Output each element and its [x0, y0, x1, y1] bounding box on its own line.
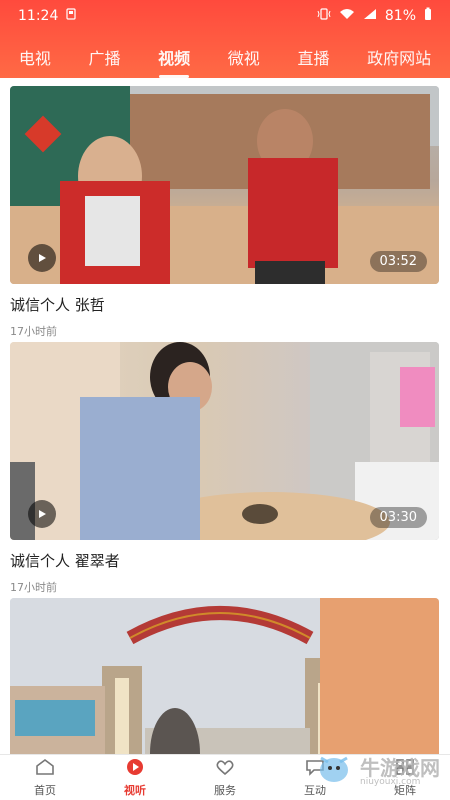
channel-tabs: 电视 广播 视频 微视 直播 政府网站 — [0, 40, 450, 78]
notification-icon — [66, 8, 76, 24]
video-title[interactable]: 诚信个人 翟翠者 — [10, 550, 439, 571]
home-icon — [34, 758, 56, 780]
nav-audio-video[interactable]: 视听 — [100, 758, 170, 798]
video-card[interactable] — [10, 598, 439, 758]
nav-home[interactable]: 首页 — [10, 758, 80, 798]
video-duration: 03:30 — [369, 507, 427, 528]
battery-icon — [424, 7, 432, 25]
video-time: 17小时前 — [10, 325, 57, 338]
video-thumbnail[interactable]: 03:30 — [10, 342, 439, 540]
tab-radio[interactable]: 广播 — [86, 45, 122, 69]
video-thumbnail[interactable]: 03:52 — [10, 86, 439, 284]
status-right: 81% — [317, 7, 432, 25]
play-button[interactable] — [28, 244, 56, 272]
top-header: 11:24 81% 电视 广播 视频 微视 直播 政府网站 — [0, 0, 450, 78]
nav-services[interactable]: 服务 — [190, 758, 260, 798]
play-icon — [39, 510, 46, 518]
tab-live[interactable]: 直播 — [295, 45, 331, 69]
battery-percent: 81% — [384, 8, 416, 24]
video-duration: 03:52 — [369, 251, 427, 272]
video-card[interactable]: 03:30 诚信个人 翟翠者 17小时前 — [10, 342, 439, 608]
nav-label: 服务 — [214, 783, 236, 797]
status-left: 11:24 — [18, 8, 76, 24]
video-time: 17小时前 — [10, 581, 57, 594]
status-bar: 11:24 81% — [0, 0, 450, 32]
play-button[interactable] — [28, 500, 56, 528]
vibrate-icon — [317, 8, 331, 24]
video-feed[interactable]: 03:52 诚信个人 张哲 17小时前 03:30 诚信个人 翟翠者 17小时前 — [0, 78, 450, 758]
nav-label: 视听 — [124, 783, 146, 797]
heart-icon — [214, 758, 236, 780]
tab-video[interactable]: 视频 — [156, 45, 192, 78]
play-icon — [39, 254, 46, 262]
mascot-logo-icon — [316, 750, 354, 788]
status-time: 11:24 — [18, 8, 59, 24]
tab-micro-video[interactable]: 微视 — [226, 45, 262, 69]
nav-label: 首页 — [34, 783, 56, 797]
signal-icon — [363, 8, 377, 24]
wifi-icon — [339, 8, 355, 24]
thumbnail-illustration — [10, 598, 439, 758]
play-circle-icon — [124, 758, 146, 780]
tab-tv[interactable]: 电视 — [17, 45, 53, 69]
tab-government-site[interactable]: 政府网站 — [365, 45, 433, 69]
site-watermark: 牛游戏网 niuyouxi.com — [316, 750, 440, 788]
video-thumbnail[interactable] — [10, 598, 439, 758]
video-title[interactable]: 诚信个人 张哲 — [10, 294, 439, 315]
bottom-navigation: 首页 视听 服务 互动 矩阵 牛游戏网 niuyouxi.com — [0, 754, 450, 800]
video-card[interactable]: 03:52 诚信个人 张哲 17小时前 — [10, 86, 439, 352]
